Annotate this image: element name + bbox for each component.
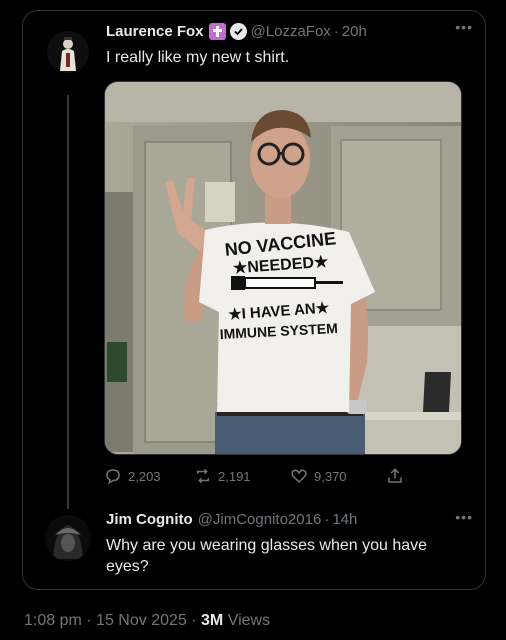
photo-illustration: NO VACCINE ★NEEDED★ ★I HAVE AN★ IMMUNE S… — [105, 82, 461, 454]
like-button[interactable]: 9,370 — [290, 467, 386, 485]
more-dots-icon[interactable]: ••• — [455, 509, 473, 525]
post-time[interactable]: 1:08 pm — [24, 612, 82, 629]
tweet-card: Laurence Fox @LozzaFox · 20h ••• I reall… — [22, 10, 486, 590]
reply-bubble-icon — [106, 469, 120, 485]
tweet-time[interactable]: 20h — [342, 23, 367, 40]
reply-button[interactable]: 2,203 — [104, 467, 194, 485]
heart-icon — [291, 469, 307, 484]
post-date[interactable]: 15 Nov 2025 — [96, 612, 187, 629]
reply-author-avatar[interactable] — [45, 515, 91, 561]
reply-author-handle[interactable]: @JimCognito2016 — [198, 511, 322, 528]
repost-button[interactable]: 2,191 — [194, 467, 290, 485]
cross-badge-icon — [208, 23, 226, 40]
share-icon — [388, 468, 402, 483]
tweet-actions: 2,203 2,191 9,370 — [104, 467, 424, 485]
reply-text: Why are you wearing glasses when you hav… — [106, 537, 428, 575]
like-count: 9,370 — [314, 468, 347, 484]
header-separator: · — [324, 511, 330, 528]
verified-check-icon — [229, 23, 247, 40]
repost-icon — [197, 468, 209, 484]
views-count: 3M — [201, 612, 224, 629]
share-button[interactable] — [386, 467, 404, 485]
author-handle[interactable]: @LozzaFox — [251, 23, 331, 40]
reply-header: Jim Cognito @JimCognito2016 · 14h — [106, 511, 357, 528]
more-dots-icon[interactable]: ••• — [455, 19, 473, 35]
avatar-illustration — [47, 31, 89, 73]
tweet-photo[interactable]: NO VACCINE ★NEEDED★ ★I HAVE AN★ IMMUNE S… — [104, 81, 462, 455]
repost-count: 2,191 — [218, 468, 251, 484]
header-separator: · — [333, 23, 339, 40]
views-label: Views — [227, 612, 271, 629]
author-avatar[interactable] — [47, 31, 89, 73]
footer-separator: · — [191, 612, 197, 629]
tweet-header: Laurence Fox @LozzaFox · 20h — [106, 23, 367, 40]
post-metadata: 1:08 pm · 15 Nov 2025 · 3M Views — [24, 612, 270, 630]
avatar-illustration — [45, 515, 91, 561]
reply-author-name[interactable]: Jim Cognito — [106, 511, 193, 528]
thread-line — [67, 95, 69, 509]
reply-time[interactable]: 14h — [332, 511, 357, 528]
reply-count: 2,203 — [128, 468, 161, 484]
tweet-text: I really like my new t shirt. — [106, 49, 290, 66]
author-name[interactable]: Laurence Fox — [106, 23, 204, 40]
footer-separator: · — [86, 612, 92, 629]
